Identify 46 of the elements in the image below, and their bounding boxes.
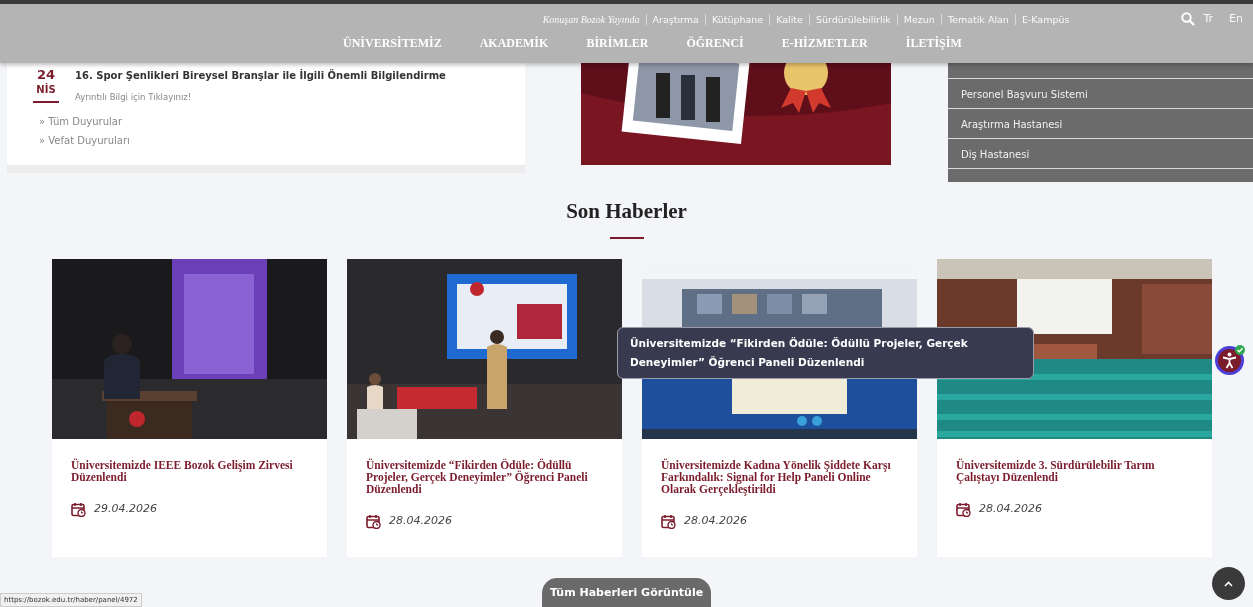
section-title: Son Haberler — [566, 198, 687, 224]
scroll-top-button[interactable] — [1212, 567, 1245, 600]
nav-link[interactable]: BİRİMLER — [586, 34, 649, 52]
all-news-button[interactable]: Tüm Haberleri Görüntüle — [542, 578, 711, 607]
news-card[interactable]: Üniversitemizde “Fikirden Ödüle: Ödüllü Projeler, Gerçek Deneyimler” Öğrenci Paneli Düzenlendi 28.04.2026 — [347, 259, 622, 557]
news-date: 28.04.2026 — [979, 501, 1042, 517]
news-date: 29.04.2026 — [94, 501, 157, 517]
news-title[interactable]: Üniversitemizde “Fikirden Ödüle: Ödüllü Projeler, Gerçek Deneyimler” Öğrenci Paneli Düzenlendi — [366, 459, 604, 495]
news-title[interactable]: Üniversitemizde 3. Sürdürülebilir Tarım Çalıştayı Düzenlendi — [956, 459, 1194, 483]
chevron-up-icon — [1224, 581, 1233, 587]
quick-link[interactable]: Diş Hastanesi — [961, 149, 1030, 160]
news-title[interactable]: Üniversitemizde Kadına Yönelik Şiddete Karşı Farkındalık: Signal for Help Paneli Online Olarak Gerçekleştirildi — [661, 459, 899, 495]
accessibility-icon[interactable] — [1215, 346, 1244, 375]
top-link[interactable]: Konuşan Bozok Yayında — [536, 13, 646, 25]
top-link[interactable]: Mezun — [896, 13, 941, 25]
top-link[interactable]: Sürdürülebilirlik — [808, 13, 897, 25]
nav-link[interactable]: ÖĞRENCİ — [686, 34, 744, 52]
language-link[interactable]: En — [1229, 10, 1243, 28]
top-link[interactable]: Tematik Alan — [940, 13, 1015, 25]
calendar-icon — [71, 501, 86, 517]
announcement-link[interactable]: Ayrıntılı Bilgi için Tıklayınız! — [75, 91, 446, 104]
announcement-title[interactable]: 16. Spor Şenlikleri Bireysel Branşlar ile İlgili Önemli Bilgilendirme — [75, 68, 446, 83]
nav-link[interactable]: E-HİZMETLER — [781, 34, 868, 52]
language-link[interactable]: Tr — [1203, 10, 1214, 28]
nav-link[interactable]: ÜNİVERSİTEMİZ — [343, 34, 442, 52]
nav-link[interactable]: AKADEMİK — [479, 34, 549, 52]
top-link[interactable]: E-Kampüs — [1014, 13, 1076, 25]
news-card[interactable]: Üniversitemizde IEEE Bozok Gelişim Zirvesi Düzenlendi 29.04.2026 — [52, 259, 327, 557]
top-link[interactable]: Araştırma — [645, 13, 705, 25]
news-date: 28.04.2026 — [389, 513, 452, 529]
top-link[interactable]: Kalite — [769, 13, 809, 25]
quick-link[interactable]: Araştırma Hastanesi — [961, 119, 1063, 130]
announcement-day: 24 — [36, 68, 56, 82]
quick-link[interactable]: Personel Başvuru Sistemi — [961, 89, 1088, 100]
calendar-icon — [366, 513, 381, 529]
top-link[interactable]: Kütüphane — [704, 13, 770, 25]
calendar-icon — [956, 501, 971, 517]
news-title[interactable]: Üniversitemizde IEEE Bozok Gelişim Zirvesi Düzenlendi — [71, 459, 309, 483]
nav-link[interactable]: İLETİŞİM — [905, 34, 962, 52]
news-date: 28.04.2026 — [684, 513, 747, 529]
check-icon — [1235, 345, 1245, 355]
tooltip: Üniversitemizde “Fikirden Ödüle: Ödüllü Projeler, Gerçek Deneyimler” Öğrenci Paneli Düzenlendi — [617, 327, 1034, 379]
announcement-list-link[interactable]: » Tüm Duyurular — [39, 111, 123, 131]
calendar-icon — [661, 513, 676, 529]
announcement-list-link[interactable]: » Vefat Duyuruları — [39, 130, 130, 150]
announcement-month: NİS — [36, 82, 56, 97]
